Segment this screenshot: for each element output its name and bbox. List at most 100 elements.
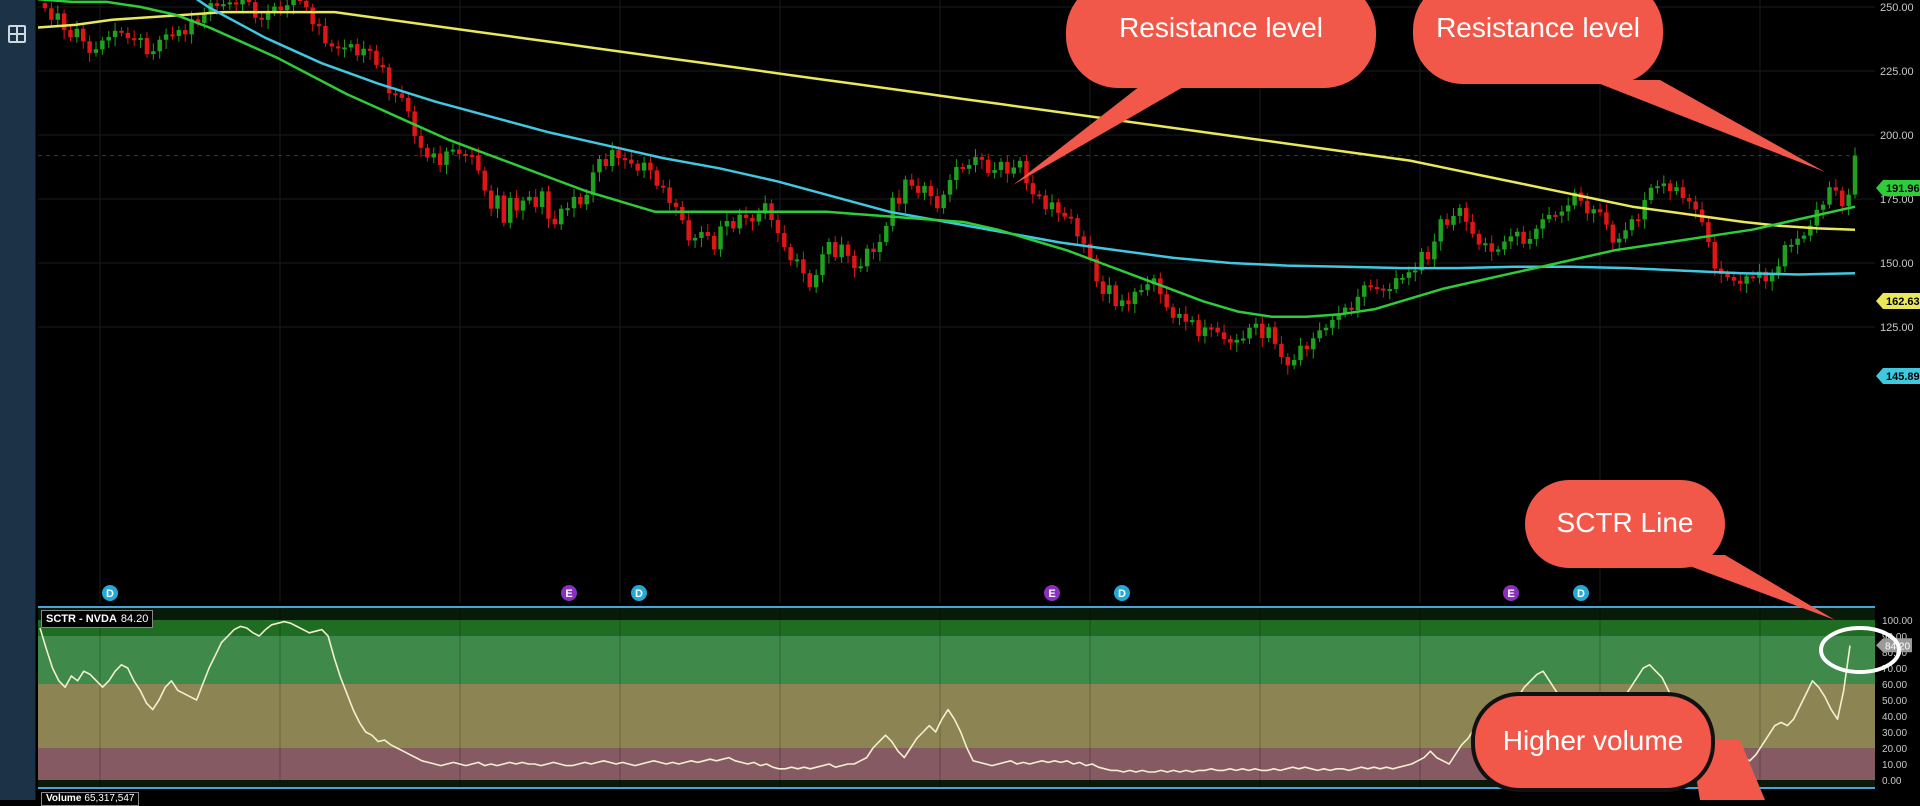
candle-body-62 [437, 153, 443, 165]
candle-body-98 [667, 187, 672, 203]
sctr-tick-label-10: 0.00 [1882, 776, 1902, 787]
candle-body-105 [711, 235, 717, 250]
candle-body-141 [941, 194, 946, 209]
candle-body-96 [654, 170, 660, 186]
candle-body-59 [418, 136, 424, 148]
candle-body-184 [1215, 327, 1220, 333]
event-marker-1: E [561, 585, 577, 601]
candle-body-167 [1107, 285, 1112, 294]
candle-body-148 [986, 159, 991, 173]
price-tags: 191.96 162.63 145.89 [1876, 180, 1920, 384]
candle-body-233 [1527, 238, 1533, 244]
price-tag-label-1: 162.63 [1886, 296, 1920, 308]
candle-body-27 [214, 3, 220, 6]
candle-body-60 [425, 147, 430, 158]
candle-body-37 [278, 6, 284, 11]
event-marker-5: E [1503, 585, 1519, 601]
candle-body-53 [380, 64, 386, 68]
volume-callout-label: Higher volume [1502, 725, 1684, 756]
candle-body-256 [1674, 187, 1679, 192]
candle-body-52 [374, 50, 379, 65]
candle-body-124 [833, 242, 838, 258]
candle-body-125 [839, 244, 844, 258]
candle-body-206 [1355, 296, 1361, 311]
candle-body-34 [259, 17, 264, 20]
price-axis: 250.00225.00200.00175.00150.00125.00 [1880, 2, 1914, 334]
candle-body-66 [463, 153, 468, 156]
candle-body-18 [157, 39, 162, 52]
candle-body-236 [1546, 214, 1552, 220]
candle-body-238 [1559, 211, 1565, 216]
price-tag-1: 162.63 [1876, 293, 1920, 309]
volume-title-text: Volume [46, 793, 82, 804]
candle-body-30 [233, 2, 239, 5]
candle-body-138 [922, 185, 927, 193]
candle-body-108 [731, 221, 736, 229]
candle-body-261 [1706, 222, 1711, 243]
candle-body-91 [622, 158, 628, 161]
candle-body-20 [170, 34, 175, 37]
candle-body-76 [527, 196, 532, 201]
candle-body-191 [1260, 323, 1265, 339]
candle-body-227 [1489, 243, 1494, 252]
candle-body-48 [348, 44, 354, 48]
candle-body-137 [915, 185, 921, 193]
candle-body-215 [1413, 270, 1418, 273]
candle-body-169 [1119, 300, 1125, 307]
candle-body-276 [1801, 235, 1807, 239]
sctr-callout-label: SCTR Line [1556, 507, 1694, 538]
candle-body-14 [131, 38, 137, 41]
candle-body-271 [1769, 275, 1775, 282]
candle-body-15 [138, 37, 143, 40]
price-tick-label-5: 125.00 [1880, 322, 1914, 334]
candle-body-195 [1285, 356, 1291, 366]
candle-body-8 [93, 49, 99, 53]
sctr-tick-label-0: 100.00 [1882, 616, 1913, 627]
candle-body-142 [947, 180, 953, 195]
candle-body-70 [488, 190, 494, 209]
candle-body-77 [533, 196, 538, 207]
candle-body-243 [1591, 209, 1596, 214]
candle-body-153 [1017, 160, 1023, 168]
candle-body-275 [1795, 238, 1800, 245]
candle-body-266 [1738, 280, 1743, 284]
candle-body-218 [1432, 241, 1437, 260]
candle-body-149 [992, 170, 997, 173]
candle-body-185 [1221, 332, 1227, 340]
candle-body-193 [1272, 327, 1278, 344]
candle-body-84 [578, 196, 583, 205]
candle-body-71 [495, 195, 500, 209]
candle-body-0 [42, 3, 48, 9]
volume-panel-title: Volume 65,317,547 [41, 792, 140, 806]
candle-body-246 [1610, 224, 1616, 243]
candle-body-132 [884, 225, 889, 243]
candle-body-49 [355, 44, 360, 56]
candle-body-39 [291, 0, 296, 6]
candle-body-97 [660, 185, 666, 188]
price-tick-label-4: 150.00 [1880, 258, 1914, 270]
sctr-zone-1 [38, 636, 1875, 684]
candle-body-166 [1100, 281, 1106, 294]
candle-body-119 [801, 259, 806, 274]
price-tag-label-0: 191.96 [1886, 183, 1920, 195]
candle-body-31 [240, 0, 245, 5]
candle-body-217 [1425, 251, 1431, 260]
candle-body-92 [629, 159, 634, 164]
candle-body-187 [1234, 339, 1240, 343]
candle-body-111 [750, 217, 755, 222]
candle-body-232 [1521, 231, 1526, 244]
candle-body-11 [112, 30, 118, 37]
candle-body-99 [673, 202, 679, 207]
candle-body-162 [1075, 218, 1080, 237]
candle-body-25 [202, 13, 207, 23]
candle-body-95 [648, 162, 653, 171]
sctr-zone-0 [38, 620, 1875, 636]
candle-body-262 [1712, 242, 1718, 269]
candle-body-72 [501, 195, 507, 223]
event-marker-label-5: E [1507, 588, 1514, 600]
candle-body-163 [1081, 236, 1087, 244]
candle-body-139 [928, 185, 934, 197]
sctr-tick-label-4: 60.00 [1882, 680, 1907, 691]
candle-body-253 [1655, 186, 1660, 189]
candle-body-255 [1667, 183, 1673, 192]
